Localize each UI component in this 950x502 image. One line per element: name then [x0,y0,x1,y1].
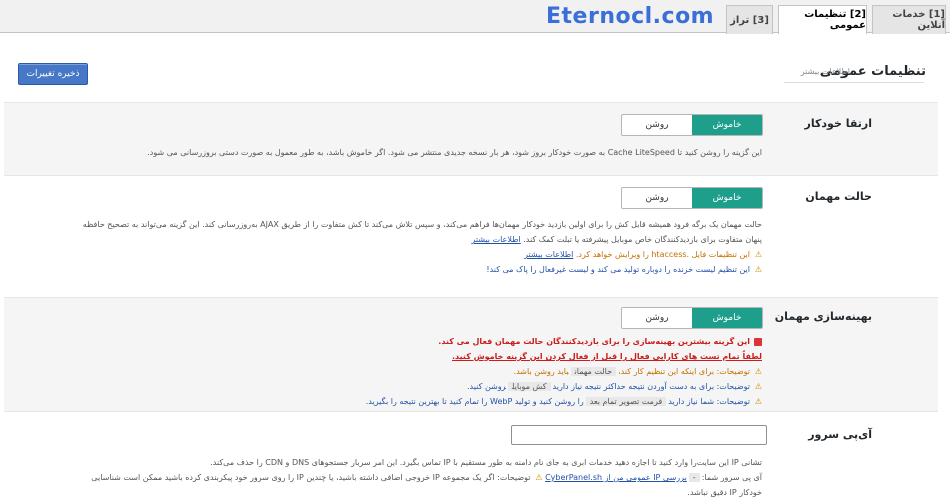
section-guest-optimization: بهینه‌سازی مهمان روشن خاموش این گزینه بی… [4,297,938,412]
warning-icon: ⚠ [754,250,762,259]
guest-mode-label: حالت مهمان [805,190,872,203]
toggle-on-option[interactable]: روشن [622,308,692,328]
toggle-on-option[interactable]: روشن [622,188,692,208]
guest-optimization-description: این گزینه بیشترین بهینه‌سازی را برای باز… [365,337,762,406]
server-ip-label: آی‌پی سرور [808,428,872,441]
toggle-on-option[interactable]: روشن [622,115,692,135]
guest-mode-description: حالت مهمان یک برگه فرود همیشه قابل کش را… [82,220,762,274]
warning-icon: ⚠ [754,367,762,376]
warning-icon: ⚠ [754,397,762,406]
auto-upgrade-description: این گزینه را روشن کنید تا Cache LiteSpee… [147,148,762,157]
auto-upgrade-toggle[interactable]: روشن خاموش [621,114,763,136]
alert-icon [754,337,762,346]
section-auto-upgrade: ارتقا خودکار روشن خاموش این گزینه را روش… [4,102,938,176]
toggle-off-option[interactable]: خاموش [692,115,762,135]
guest-mode-toggle[interactable]: روشن خاموش [621,187,763,209]
warning-icon: ⚠ [754,382,762,391]
tab-general-settings[interactable]: [2] تنظیمات عمومی [778,5,867,34]
tab-bar: Eternocl.com [1] خدمات آنلاین [2] تنظیما… [0,0,950,34]
learn-more-link[interactable]: اطلاعات بیشتر [471,235,520,244]
toggle-off-option[interactable]: خاموش [692,308,762,328]
learn-more-link[interactable]: اطلاعات بیشتر [524,250,573,259]
tab-tuning[interactable]: [3] تراز [726,5,773,34]
check-public-ip-link[interactable]: بررسی IP عمومی من از CyberPanel.sh [545,473,687,482]
guest-optimization-toggle[interactable]: روشن خاموش [621,307,763,329]
warning-icon: ⚠ [754,265,762,274]
guest-optimization-label: بهینه‌سازی مهمان [774,310,872,323]
toggle-off-option[interactable]: خاموش [692,188,762,208]
section-guest-mode: حالت مهمان روشن خاموش حالت مهمان یک برگه… [4,180,938,290]
section-server-ip: آی‌پی سرور تشانی IP این سایت‌را وارد کنی… [4,418,938,502]
server-ip-input[interactable] [511,425,767,445]
tab-online-services[interactable]: [1] خدمات آنلاین [872,5,946,34]
warning-icon: ⚠ [535,473,543,482]
auto-upgrade-label: ارتقا خودکار [804,117,872,130]
save-button[interactable]: ذخیره تغییرات [18,63,88,85]
learn-more-link[interactable]: اطلاعات بیشتر [801,67,850,76]
title-divider [784,82,924,83]
server-ip-description: تشانی IP این سایت‌را وارد کنید تا اجازه … [91,458,762,497]
watermark: Eternocl.com [546,4,715,29]
